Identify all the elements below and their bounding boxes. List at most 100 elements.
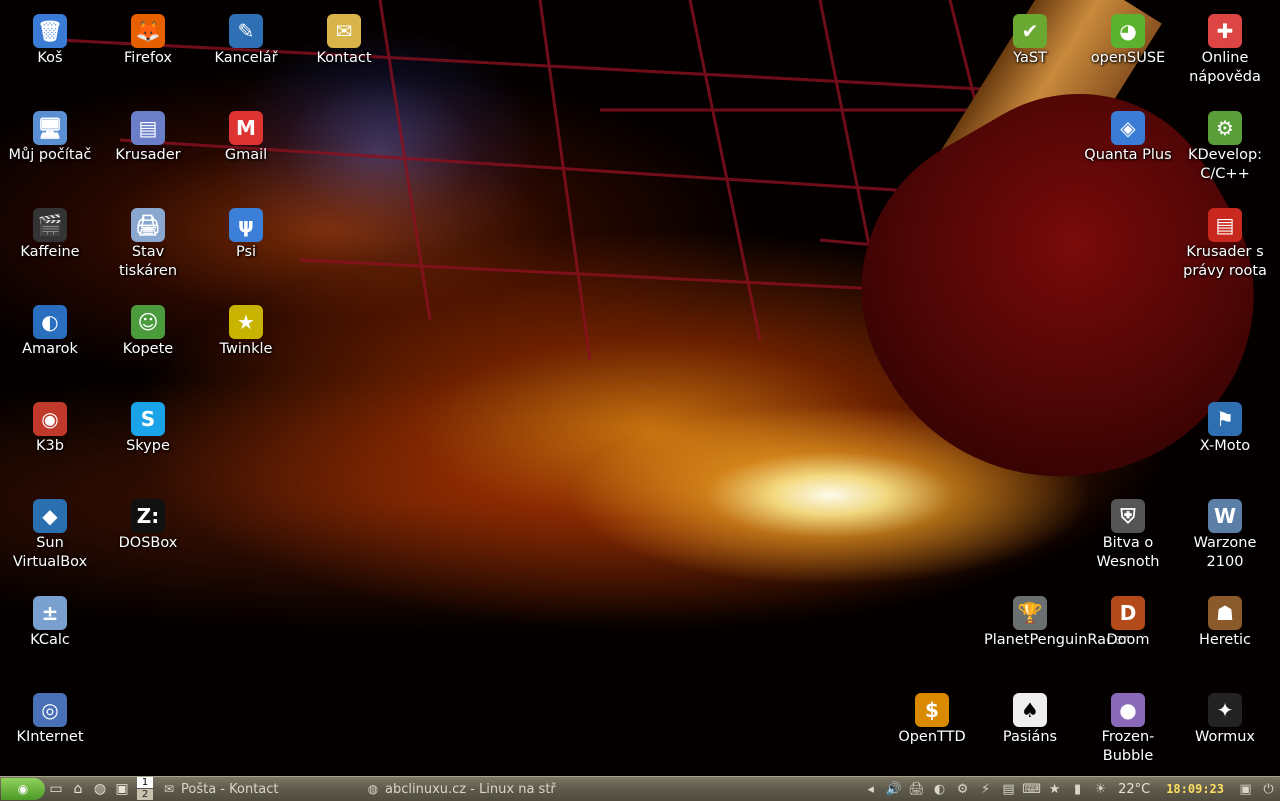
- desktop-icon-label: Můj počítač: [8, 147, 92, 163]
- k3b-icon: ◉: [33, 402, 67, 436]
- desktop-icon-label: Quanta Plus: [1084, 147, 1172, 163]
- connect-tray-icon[interactable]: ⚡: [974, 778, 997, 800]
- browser-icon[interactable]: ◍: [89, 778, 111, 800]
- desktop-icon-opensuse[interactable]: ◕ openSUSE: [1080, 14, 1176, 68]
- opensuse-icon: ◕: [1111, 14, 1145, 48]
- show-desktop-icon[interactable]: ▭: [45, 778, 67, 800]
- desktop-icon-cards[interactable]: ♠ Pasiáns: [982, 693, 1078, 747]
- desktop-icon-quanta[interactable]: ◈ Quanta Plus: [1080, 111, 1176, 165]
- calculator-icon: ±: [33, 596, 67, 630]
- desktop-icon-label: Twinkle: [219, 341, 273, 357]
- desktop-icon-label: X-Moto: [1199, 438, 1251, 454]
- taskbar: ◉ ▭ ⌂ ◍ ▣ 1 2 ✉ Pošta - Kontact ◍ abclinuxu…: [0, 776, 1280, 801]
- task-kontact[interactable]: ✉ Pošta - Kontact: [157, 778, 361, 800]
- signal-tray-icon[interactable]: ▮: [1066, 778, 1089, 800]
- desktop-icon-firefox[interactable]: 🦊 Firefox: [100, 14, 196, 68]
- desktop-icon-warzone[interactable]: W Warzone 2100: [1177, 499, 1273, 572]
- desktop-icon-openttd[interactable]: $ OpenTTD: [884, 693, 980, 747]
- volume-icon[interactable]: 🔊: [882, 778, 905, 800]
- home-folder-icon[interactable]: ⌂: [67, 778, 89, 800]
- quick-launch: ▭ ⌂ ◍ ▣: [45, 778, 133, 800]
- desktop-icon-help-lifebuoy[interactable]: ✚ Online nápověda: [1177, 14, 1273, 87]
- desktop-icon-label: Koš: [37, 50, 63, 66]
- amarok-tray-icon[interactable]: ◐: [928, 778, 951, 800]
- desktop-icon-office[interactable]: ✎ Kancelář: [198, 14, 294, 68]
- desktop-icon-label: Kontact: [316, 50, 372, 66]
- virtualbox-icon: ◆: [33, 499, 67, 533]
- desktop-icon-kopete[interactable]: ☺ Kopete: [100, 305, 196, 359]
- openttd-icon: $: [915, 693, 949, 727]
- computer-icon: 🖥: [33, 111, 67, 145]
- yast-icon: ✔: [1013, 14, 1047, 48]
- help-lifebuoy-icon: ✚: [1208, 14, 1242, 48]
- dosbox-icon: Z:: [131, 499, 165, 533]
- desktop-icon-amarok[interactable]: ◐ Amarok: [2, 305, 98, 359]
- desktop-icon-wormux[interactable]: ✦ Wormux: [1177, 693, 1273, 747]
- pager-desktop-1[interactable]: 1: [137, 777, 153, 788]
- desktop-icon-k3b[interactable]: ◉ K3b: [2, 402, 98, 456]
- desktop-icon-yast[interactable]: ✔ YaST: [982, 14, 1078, 68]
- quanta-icon: ◈: [1111, 111, 1145, 145]
- desktop-icon-label: YaST: [1013, 50, 1047, 66]
- desktop-icon-krusader-root[interactable]: ▤ Krusader s právy roota: [1177, 208, 1273, 281]
- desktop-icon-gmail[interactable]: M Gmail: [198, 111, 294, 165]
- pager-desktop-2[interactable]: 2: [137, 788, 153, 800]
- trash-icon: 🗑: [33, 14, 67, 48]
- twinkle-tray-icon[interactable]: ★: [1043, 778, 1066, 800]
- weather-tray-icon[interactable]: ☀: [1089, 778, 1112, 800]
- desktop-icon-virtualbox[interactable]: ◆ Sun VirtualBox: [2, 499, 98, 572]
- desktop-icon-xmoto[interactable]: ⚑ X-Moto: [1177, 402, 1273, 456]
- desktop-icon-label: KDevelop: C/C++: [1187, 147, 1263, 182]
- desktop-icon-frozen-bubble[interactable]: ● Frozen-Bubble: [1080, 693, 1176, 766]
- kde-menu-button[interactable]: ◉: [1, 778, 45, 800]
- desktop-wallpaper: 🗑 Koš 🦊 Firefox ✎ Kancelář ✉ Kontact 🖥 Můj počíta…: [0, 0, 1280, 776]
- desktop-icon-label: Krusader s právy roota: [1183, 244, 1267, 279]
- clipboard-tray-icon[interactable]: ▤: [997, 778, 1020, 800]
- lock-screen-icon[interactable]: ▣: [1234, 778, 1257, 800]
- desktop-icon-label: KCalc: [30, 632, 70, 648]
- kde-menu-icon: ◉: [17, 782, 29, 796]
- desktop-icon-kontact[interactable]: ✉ Kontact: [296, 14, 392, 68]
- tray-arrow-icon[interactable]: ◂: [859, 778, 882, 800]
- desktop-icon-label: Sun VirtualBox: [12, 535, 88, 570]
- kdevelop-icon: ⚙: [1208, 111, 1242, 145]
- doom-icon: D: [1111, 596, 1145, 630]
- desktop-icon-computer[interactable]: 🖥 Můj počítač: [2, 111, 98, 165]
- desktop-icon-kaffeine[interactable]: 🎬 Kaffeine: [2, 208, 98, 262]
- xmoto-icon: ⚑: [1208, 402, 1242, 436]
- desktop-icon-label: Wormux: [1195, 729, 1255, 745]
- wormux-icon: ✦: [1208, 693, 1242, 727]
- desktop-icon-doom[interactable]: D Doom: [1080, 596, 1176, 650]
- keyboard-tray-icon[interactable]: ⌨: [1020, 778, 1043, 800]
- task-firefox[interactable]: ◍ abclinuxu.cz - Linux na stř: [361, 778, 565, 800]
- desktop-icon-skype[interactable]: S Skype: [100, 402, 196, 456]
- printer-tray-icon[interactable]: 🖨: [905, 778, 928, 800]
- desktop-icon-kinternet[interactable]: ◎ KInternet: [2, 693, 98, 747]
- desktop-icon-krusader[interactable]: ▤ Krusader: [100, 111, 196, 165]
- desktop-icon-penguin-racer[interactable]: 🏆 PlanetPenguinRacer: [982, 596, 1129, 650]
- desktop-icon-kdevelop[interactable]: ⚙ KDevelop: C/C++: [1177, 111, 1273, 184]
- desktop-icon-label: Doom: [1106, 632, 1150, 648]
- desktop-icon-heretic[interactable]: ☗ Heretic: [1177, 596, 1273, 650]
- desktop-icon-twinkle-star[interactable]: ★ Twinkle: [198, 305, 294, 359]
- desktop-icon-trash[interactable]: 🗑 Koš: [2, 14, 98, 68]
- desktop-icon-printer[interactable]: 🖨 Stav tiskáren: [100, 208, 196, 281]
- logout-icon[interactable]: ⏻: [1257, 778, 1280, 800]
- warzone-icon: W: [1208, 499, 1242, 533]
- desktop-pager[interactable]: 1 2: [137, 777, 153, 801]
- desktop-icon-calculator[interactable]: ± KCalc: [2, 596, 98, 650]
- kinternet-icon: ◎: [33, 693, 67, 727]
- desktop-icon-psi[interactable]: ψ Psi: [198, 208, 294, 262]
- clock[interactable]: 18:09:23: [1156, 782, 1234, 796]
- firefox-task-icon: ◍: [367, 782, 379, 796]
- cards-icon: ♠: [1013, 693, 1047, 727]
- desktop-icon-label: Online nápověda: [1189, 50, 1261, 85]
- krusader-icon: ▤: [131, 111, 165, 145]
- desktop-icon-dosbox[interactable]: Z: DOSBox: [100, 499, 196, 553]
- desktop-icon-label: Pasiáns: [1002, 729, 1058, 745]
- terminal-icon[interactable]: ▣: [111, 778, 133, 800]
- session-buttons: ▣ ⏻: [1234, 778, 1280, 800]
- network-tray-icon[interactable]: ⚙: [951, 778, 974, 800]
- desktop-icon-wesnoth[interactable]: ⛨ Bitva o Wesnoth: [1080, 499, 1176, 572]
- weather-temperature[interactable]: 22°C: [1112, 782, 1156, 797]
